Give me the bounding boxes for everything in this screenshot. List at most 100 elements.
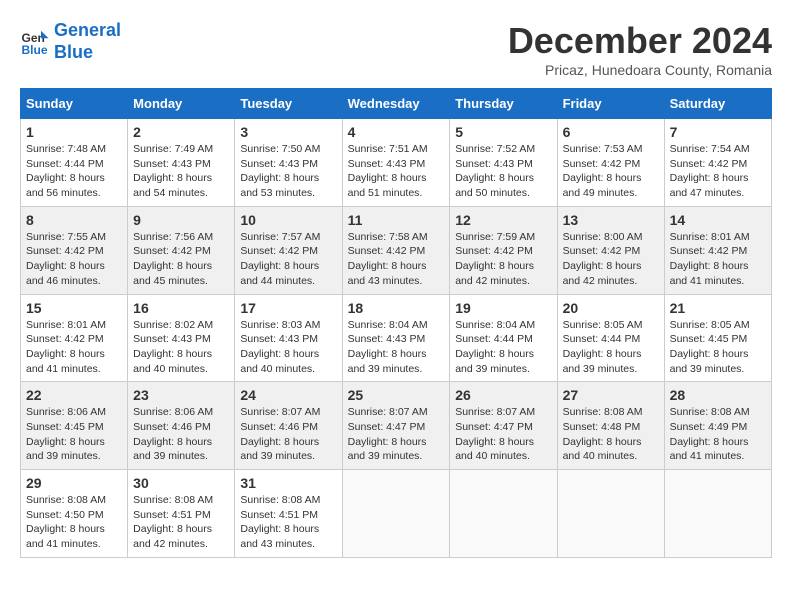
day-info: Sunrise: 8:02 AMSunset: 4:43 PMDaylight:… <box>133 319 213 375</box>
day-number: 20 <box>563 300 659 316</box>
day-number: 9 <box>133 212 229 228</box>
calendar-cell: 22 Sunrise: 8:06 AMSunset: 4:45 PMDaylig… <box>21 382 128 470</box>
col-header-saturday: Saturday <box>664 89 771 119</box>
col-header-sunday: Sunday <box>21 89 128 119</box>
day-number: 2 <box>133 124 229 140</box>
day-info: Sunrise: 8:08 AMSunset: 4:51 PMDaylight:… <box>240 494 320 550</box>
day-number: 3 <box>240 124 336 140</box>
calendar-cell: 30 Sunrise: 8:08 AMSunset: 4:51 PMDaylig… <box>128 470 235 558</box>
day-info: Sunrise: 7:49 AMSunset: 4:43 PMDaylight:… <box>133 143 213 199</box>
day-number: 30 <box>133 475 229 491</box>
calendar-cell: 20 Sunrise: 8:05 AMSunset: 4:44 PMDaylig… <box>557 294 664 382</box>
day-number: 8 <box>26 212 122 228</box>
col-header-thursday: Thursday <box>450 89 557 119</box>
calendar-cell: 27 Sunrise: 8:08 AMSunset: 4:48 PMDaylig… <box>557 382 664 470</box>
calendar-cell: 17 Sunrise: 8:03 AMSunset: 4:43 PMDaylig… <box>235 294 342 382</box>
day-number: 16 <box>133 300 229 316</box>
day-number: 4 <box>348 124 445 140</box>
day-info: Sunrise: 8:01 AMSunset: 4:42 PMDaylight:… <box>670 231 750 287</box>
day-info: Sunrise: 7:59 AMSunset: 4:42 PMDaylight:… <box>455 231 535 287</box>
day-info: Sunrise: 7:57 AMSunset: 4:42 PMDaylight:… <box>240 231 320 287</box>
day-number: 29 <box>26 475 122 491</box>
header-row: SundayMondayTuesdayWednesdayThursdayFrid… <box>21 89 772 119</box>
day-info: Sunrise: 8:07 AMSunset: 4:47 PMDaylight:… <box>455 406 535 462</box>
calendar-row: 15 Sunrise: 8:01 AMSunset: 4:42 PMDaylig… <box>21 294 772 382</box>
day-number: 11 <box>348 212 445 228</box>
day-info: Sunrise: 7:56 AMSunset: 4:42 PMDaylight:… <box>133 231 213 287</box>
calendar-row: 22 Sunrise: 8:06 AMSunset: 4:45 PMDaylig… <box>21 382 772 470</box>
calendar-cell: 10 Sunrise: 7:57 AMSunset: 4:42 PMDaylig… <box>235 206 342 294</box>
calendar-cell: 16 Sunrise: 8:02 AMSunset: 4:43 PMDaylig… <box>128 294 235 382</box>
calendar-cell: 29 Sunrise: 8:08 AMSunset: 4:50 PMDaylig… <box>21 470 128 558</box>
day-number: 31 <box>240 475 336 491</box>
day-info: Sunrise: 7:51 AMSunset: 4:43 PMDaylight:… <box>348 143 428 199</box>
location: Pricaz, Hunedoara County, Romania <box>508 62 772 78</box>
day-info: Sunrise: 8:03 AMSunset: 4:43 PMDaylight:… <box>240 319 320 375</box>
calendar-cell: 8 Sunrise: 7:55 AMSunset: 4:42 PMDayligh… <box>21 206 128 294</box>
day-info: Sunrise: 8:01 AMSunset: 4:42 PMDaylight:… <box>26 319 106 375</box>
day-info: Sunrise: 7:55 AMSunset: 4:42 PMDaylight:… <box>26 231 106 287</box>
day-number: 5 <box>455 124 551 140</box>
calendar-cell: 4 Sunrise: 7:51 AMSunset: 4:43 PMDayligh… <box>342 119 450 207</box>
day-number: 19 <box>455 300 551 316</box>
calendar-cell: 26 Sunrise: 8:07 AMSunset: 4:47 PMDaylig… <box>450 382 557 470</box>
day-number: 26 <box>455 387 551 403</box>
day-info: Sunrise: 7:53 AMSunset: 4:42 PMDaylight:… <box>563 143 643 199</box>
col-header-friday: Friday <box>557 89 664 119</box>
day-number: 15 <box>26 300 122 316</box>
day-number: 21 <box>670 300 766 316</box>
calendar-cell: 9 Sunrise: 7:56 AMSunset: 4:42 PMDayligh… <box>128 206 235 294</box>
page-header: Gen Blue GeneralBlue December 2024 Prica… <box>20 20 772 78</box>
col-header-monday: Monday <box>128 89 235 119</box>
day-number: 18 <box>348 300 445 316</box>
logo-icon: Gen Blue <box>20 27 50 57</box>
day-info: Sunrise: 7:52 AMSunset: 4:43 PMDaylight:… <box>455 143 535 199</box>
title-block: December 2024 Pricaz, Hunedoara County, … <box>508 20 772 78</box>
day-info: Sunrise: 8:04 AMSunset: 4:44 PMDaylight:… <box>455 319 535 375</box>
day-number: 13 <box>563 212 659 228</box>
day-number: 25 <box>348 387 445 403</box>
calendar-cell <box>664 470 771 558</box>
calendar-cell: 14 Sunrise: 8:01 AMSunset: 4:42 PMDaylig… <box>664 206 771 294</box>
day-number: 23 <box>133 387 229 403</box>
day-info: Sunrise: 8:08 AMSunset: 4:49 PMDaylight:… <box>670 406 750 462</box>
calendar-cell: 28 Sunrise: 8:08 AMSunset: 4:49 PMDaylig… <box>664 382 771 470</box>
calendar-cell: 31 Sunrise: 8:08 AMSunset: 4:51 PMDaylig… <box>235 470 342 558</box>
month-title: December 2024 <box>508 20 772 62</box>
calendar-cell <box>557 470 664 558</box>
calendar-cell: 12 Sunrise: 7:59 AMSunset: 4:42 PMDaylig… <box>450 206 557 294</box>
day-number: 1 <box>26 124 122 140</box>
day-info: Sunrise: 8:06 AMSunset: 4:46 PMDaylight:… <box>133 406 213 462</box>
calendar-row: 8 Sunrise: 7:55 AMSunset: 4:42 PMDayligh… <box>21 206 772 294</box>
day-info: Sunrise: 8:08 AMSunset: 4:51 PMDaylight:… <box>133 494 213 550</box>
calendar-table: SundayMondayTuesdayWednesdayThursdayFrid… <box>20 88 772 558</box>
calendar-row: 1 Sunrise: 7:48 AMSunset: 4:44 PMDayligh… <box>21 119 772 207</box>
col-header-tuesday: Tuesday <box>235 89 342 119</box>
calendar-cell: 1 Sunrise: 7:48 AMSunset: 4:44 PMDayligh… <box>21 119 128 207</box>
day-number: 14 <box>670 212 766 228</box>
calendar-cell: 13 Sunrise: 8:00 AMSunset: 4:42 PMDaylig… <box>557 206 664 294</box>
svg-text:Blue: Blue <box>22 43 48 57</box>
day-info: Sunrise: 8:00 AMSunset: 4:42 PMDaylight:… <box>563 231 643 287</box>
calendar-cell: 25 Sunrise: 8:07 AMSunset: 4:47 PMDaylig… <box>342 382 450 470</box>
day-info: Sunrise: 8:07 AMSunset: 4:47 PMDaylight:… <box>348 406 428 462</box>
day-number: 17 <box>240 300 336 316</box>
day-info: Sunrise: 8:05 AMSunset: 4:44 PMDaylight:… <box>563 319 643 375</box>
col-header-wednesday: Wednesday <box>342 89 450 119</box>
day-info: Sunrise: 8:04 AMSunset: 4:43 PMDaylight:… <box>348 319 428 375</box>
calendar-cell: 7 Sunrise: 7:54 AMSunset: 4:42 PMDayligh… <box>664 119 771 207</box>
day-number: 7 <box>670 124 766 140</box>
logo: Gen Blue GeneralBlue <box>20 20 121 63</box>
day-number: 10 <box>240 212 336 228</box>
day-info: Sunrise: 8:08 AMSunset: 4:48 PMDaylight:… <box>563 406 643 462</box>
calendar-cell: 2 Sunrise: 7:49 AMSunset: 4:43 PMDayligh… <box>128 119 235 207</box>
day-info: Sunrise: 7:50 AMSunset: 4:43 PMDaylight:… <box>240 143 320 199</box>
calendar-cell: 6 Sunrise: 7:53 AMSunset: 4:42 PMDayligh… <box>557 119 664 207</box>
calendar-cell: 11 Sunrise: 7:58 AMSunset: 4:42 PMDaylig… <box>342 206 450 294</box>
day-number: 12 <box>455 212 551 228</box>
calendar-cell: 3 Sunrise: 7:50 AMSunset: 4:43 PMDayligh… <box>235 119 342 207</box>
day-info: Sunrise: 8:08 AMSunset: 4:50 PMDaylight:… <box>26 494 106 550</box>
calendar-cell: 21 Sunrise: 8:05 AMSunset: 4:45 PMDaylig… <box>664 294 771 382</box>
day-info: Sunrise: 8:06 AMSunset: 4:45 PMDaylight:… <box>26 406 106 462</box>
logo-text: GeneralBlue <box>54 20 121 63</box>
